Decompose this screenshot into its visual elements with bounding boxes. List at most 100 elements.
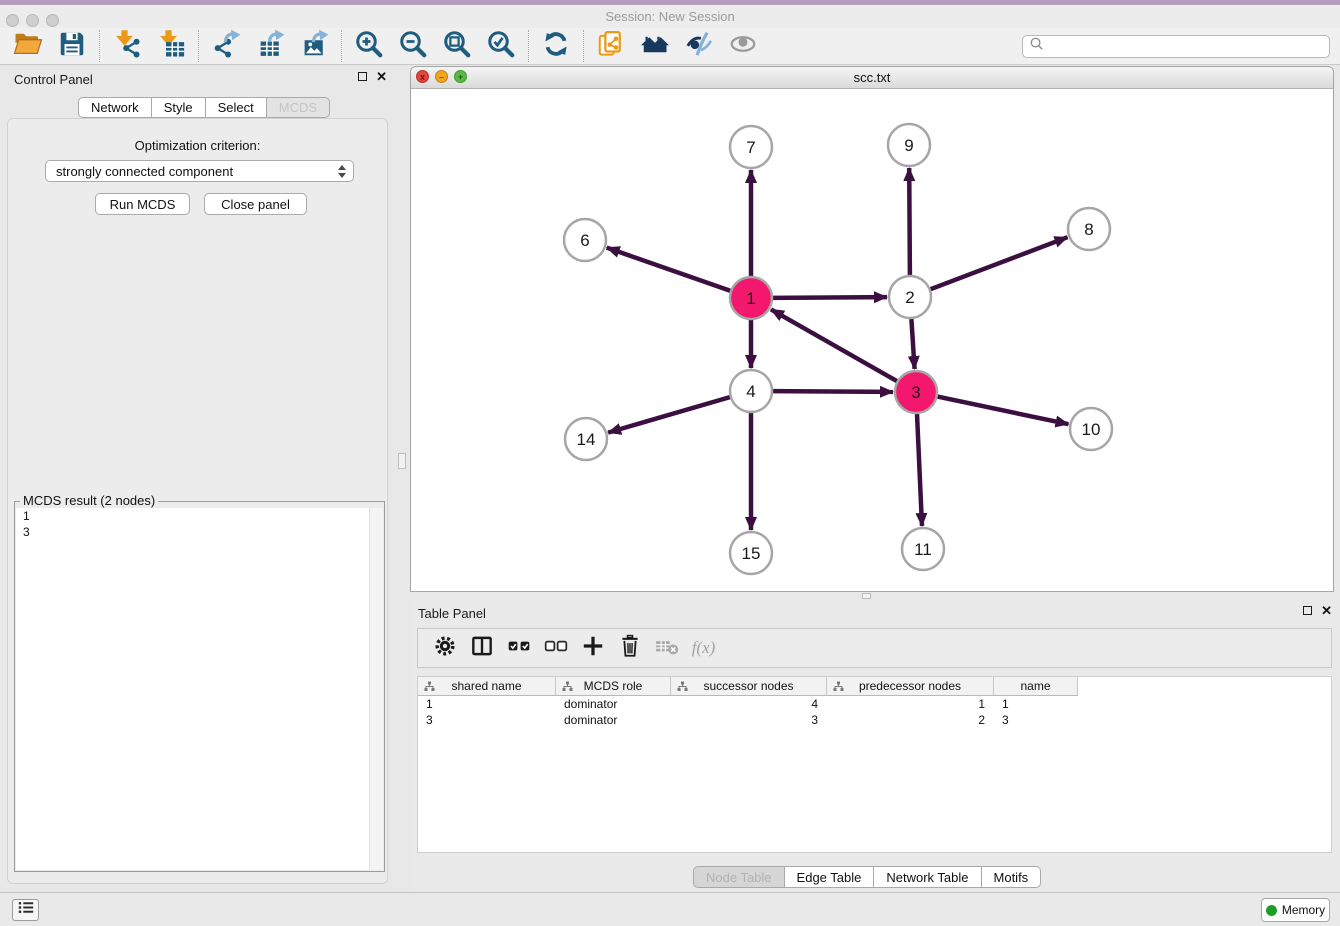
tab-mcds[interactable]: MCDS [267, 97, 330, 118]
divider-grip[interactable] [398, 453, 406, 469]
tab-motifs[interactable]: Motifs [982, 866, 1042, 888]
delete-column-button[interactable] [611, 633, 648, 663]
mcds-result-item: 3 [16, 524, 383, 540]
zoom-selected-button[interactable] [479, 29, 523, 63]
zoom-fit-button[interactable] [435, 29, 479, 63]
tab-node-table[interactable]: Node Table [693, 866, 785, 888]
column-type-icon [562, 681, 573, 695]
graph-node-9[interactable]: 9 [888, 124, 930, 166]
divider-grip[interactable] [862, 593, 871, 599]
close-network-icon[interactable]: x [416, 70, 429, 83]
import-table-button[interactable] [149, 29, 193, 63]
graph-node-2[interactable]: 2 [889, 276, 931, 318]
graph-node-10[interactable]: 10 [1070, 408, 1112, 450]
table-cell: dominator [556, 696, 671, 712]
export-table-button[interactable] [248, 29, 292, 63]
graph-node-3[interactable]: 3 [895, 371, 937, 413]
export-network-button[interactable] [204, 29, 248, 63]
column-header-name[interactable]: name [994, 677, 1078, 696]
graph-node-6[interactable]: 6 [564, 219, 606, 261]
graph-node-11[interactable]: 11 [902, 528, 944, 570]
close-panel-icon[interactable]: ✕ [376, 71, 387, 82]
tab-style[interactable]: Style [152, 97, 206, 118]
graph-edge-2-3[interactable] [911, 319, 914, 369]
tab-select[interactable]: Select [206, 97, 267, 118]
export-image-button[interactable] [292, 29, 336, 63]
graph-edge-3-1[interactable] [771, 309, 897, 381]
graph-edge-4-14[interactable] [608, 397, 730, 433]
attribute-settings-gear-button[interactable] [426, 633, 463, 663]
table-row[interactable]: 1dominator411 [418, 696, 1078, 712]
graph-edge-1-6[interactable] [607, 248, 731, 291]
select-all-columns-icon [506, 633, 532, 664]
table-header-row: shared nameMCDS rolesuccessor nodesprede… [418, 677, 1078, 696]
hide-details-button[interactable] [677, 29, 721, 63]
network-graph-canvas[interactable]: 1 2 3 4 6 7 8 9 10 11 14 15 [411, 89, 1333, 592]
graph-node-1[interactable]: 1 [730, 277, 772, 319]
graph-edge-3-10[interactable] [938, 397, 1069, 425]
graph-node-8[interactable]: 8 [1068, 208, 1110, 250]
result-scrollbar[interactable] [369, 508, 383, 870]
search-box[interactable] [1022, 35, 1330, 58]
refresh-layout-button[interactable] [534, 29, 578, 63]
zoom-window-icon[interactable] [46, 14, 59, 27]
tab-edge-table[interactable]: Edge Table [785, 866, 875, 888]
svg-text:10: 10 [1082, 420, 1101, 439]
float-panel-icon[interactable] [1303, 606, 1312, 615]
task-history-button[interactable] [12, 899, 39, 921]
graph-edge-3-11[interactable] [917, 414, 922, 526]
home-button[interactable] [633, 29, 677, 63]
show-columns-button[interactable] [463, 633, 500, 663]
window-traffic-lights[interactable] [6, 14, 59, 27]
float-panel-icon[interactable] [358, 72, 367, 81]
import-network-button[interactable] [105, 29, 149, 63]
create-column-button[interactable] [574, 633, 611, 663]
graph-edge-2-8[interactable] [931, 237, 1068, 289]
birds-eye-view-button[interactable] [721, 29, 765, 63]
graph-edge-2-9[interactable] [909, 168, 910, 275]
graph-edge-4-3[interactable] [773, 391, 893, 392]
column-header-predecessor-nodes[interactable]: predecessor nodes [827, 677, 994, 696]
zoom-out-button[interactable] [391, 29, 435, 63]
tab-network[interactable]: Network [78, 97, 152, 118]
open-session-button[interactable] [6, 29, 50, 63]
minimize-network-icon[interactable]: – [435, 70, 448, 83]
svg-text:9: 9 [904, 136, 913, 155]
memory-button[interactable]: Memory [1261, 898, 1330, 922]
search-input[interactable] [1044, 36, 1329, 56]
memory-button-label: Memory [1282, 903, 1325, 917]
control-panel-header: Control Panel ✕ [0, 66, 395, 92]
network-window-title: scc.txt [854, 70, 891, 85]
network-window-controls[interactable]: x–+ [416, 70, 467, 83]
column-header-successor-nodes[interactable]: successor nodes [671, 677, 827, 696]
network-document-button[interactable] [589, 29, 633, 63]
panel-horizontal-divider[interactable] [410, 592, 1340, 600]
close-panel-icon[interactable]: ✕ [1321, 605, 1332, 616]
close-panel-button[interactable]: Close panel [204, 193, 307, 215]
zoom-in-button[interactable] [347, 29, 391, 63]
graph-edge-1-2[interactable] [773, 297, 887, 298]
close-window-icon[interactable] [6, 14, 19, 27]
run-mcds-button[interactable]: Run MCDS [95, 193, 190, 215]
tab-network-table[interactable]: Network Table [874, 866, 981, 888]
mcds-result-list[interactable]: 13 [16, 508, 383, 870]
graph-node-4[interactable]: 4 [730, 370, 772, 412]
graph-node-14[interactable]: 14 [565, 418, 607, 460]
maximize-network-icon[interactable]: + [454, 70, 467, 83]
zoom-out-icon [398, 29, 428, 64]
minimize-window-icon[interactable] [26, 14, 39, 27]
column-header-shared-name[interactable]: shared name [418, 677, 556, 696]
table-row[interactable]: 3dominator323 [418, 712, 1078, 728]
zoom-fit-icon [442, 29, 472, 64]
panel-vertical-divider[interactable] [395, 66, 410, 892]
select-all-columns-button[interactable] [500, 633, 537, 663]
optimization-criterion-select[interactable]: strongly connected component [45, 160, 354, 182]
column-header-MCDS-role[interactable]: MCDS role [556, 677, 671, 696]
open-session-icon [13, 29, 43, 64]
save-session-button[interactable] [50, 29, 94, 63]
graph-node-15[interactable]: 15 [730, 532, 772, 574]
network-window-titlebar[interactable]: x–+ scc.txt [411, 67, 1333, 89]
unselect-all-columns-button[interactable] [537, 633, 574, 663]
birds-eye-view-icon [728, 29, 758, 64]
graph-node-7[interactable]: 7 [730, 126, 772, 168]
